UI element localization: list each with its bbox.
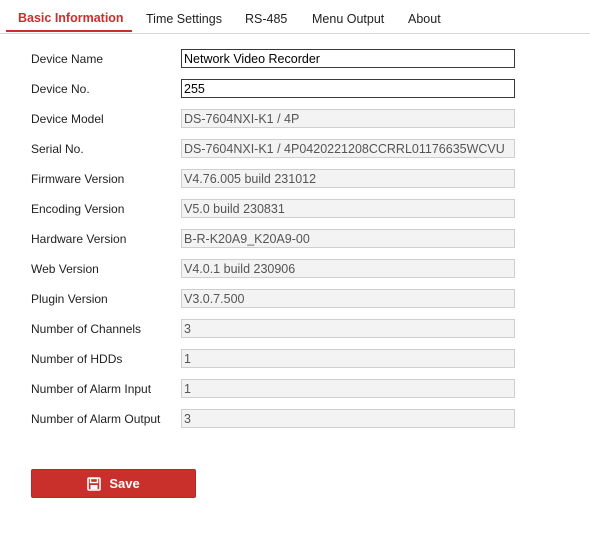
save-icon bbox=[87, 476, 102, 491]
device-name-label: Device Name bbox=[31, 52, 104, 66]
web-version-label: Web Version bbox=[31, 262, 99, 276]
hdds-field bbox=[181, 349, 515, 368]
hardware-version-label: Hardware Version bbox=[31, 232, 127, 246]
firmware-version-field bbox=[181, 169, 515, 188]
plugin-version-label: Plugin Version bbox=[31, 292, 108, 306]
alarm-input-label: Number of Alarm Input bbox=[31, 382, 152, 396]
active-tab-indicator bbox=[6, 30, 132, 32]
tab-basic-information[interactable]: Basic Information bbox=[18, 0, 124, 32]
alarm-output-label: Number of Alarm Output bbox=[31, 412, 161, 426]
serial-no-label: Serial No. bbox=[31, 142, 84, 156]
alarm-output-field bbox=[181, 409, 515, 428]
device-no-field[interactable] bbox=[181, 79, 515, 98]
tab-menu-output[interactable]: Menu Output bbox=[312, 0, 384, 32]
channels-field bbox=[181, 319, 515, 338]
tab-about[interactable]: About bbox=[408, 0, 441, 32]
encoding-version-label: Encoding Version bbox=[31, 202, 125, 216]
device-name-field[interactable] bbox=[181, 49, 515, 68]
alarm-input-field bbox=[181, 379, 515, 398]
plugin-version-field bbox=[181, 289, 515, 308]
device-model-label: Device Model bbox=[31, 112, 104, 126]
tab-bar: Basic Information Time Settings RS-485 M… bbox=[0, 0, 590, 34]
hardware-version-field bbox=[181, 229, 515, 248]
device-no-label: Device No. bbox=[31, 82, 90, 96]
save-button-label: Save bbox=[109, 476, 140, 491]
save-button[interactable]: Save bbox=[31, 469, 196, 498]
hdds-label: Number of HDDs bbox=[31, 352, 123, 366]
web-version-field bbox=[181, 259, 515, 278]
device-model-field bbox=[181, 109, 515, 128]
encoding-version-field bbox=[181, 199, 515, 218]
serial-no-field bbox=[181, 139, 515, 158]
firmware-version-label: Firmware Version bbox=[31, 172, 125, 186]
channels-label: Number of Channels bbox=[31, 322, 142, 336]
tab-time-settings[interactable]: Time Settings bbox=[146, 0, 222, 32]
tab-rs-485[interactable]: RS-485 bbox=[245, 0, 287, 32]
